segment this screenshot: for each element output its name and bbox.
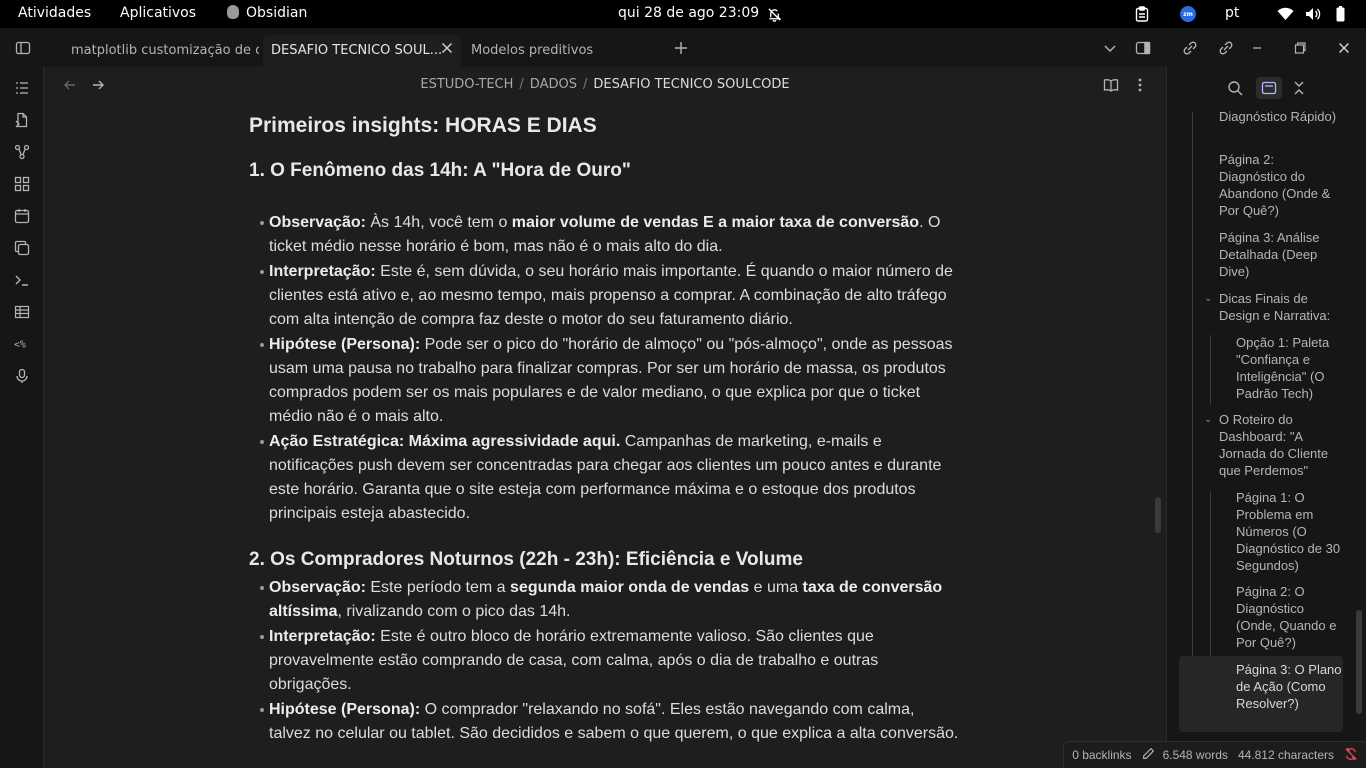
reading-view-icon[interactable]	[1100, 74, 1122, 96]
language-indicator[interactable]: pt	[1225, 5, 1239, 21]
text: e uma	[749, 579, 803, 596]
microphone-icon[interactable]	[11, 365, 33, 387]
bold-text: segunda maior onda de vendas	[510, 579, 750, 596]
breadcrumb: ESTUDO-TECH / DADOS / DESAFIO TECNICO SOULCO…	[420, 77, 790, 92]
daily-note-icon[interactable]	[11, 205, 33, 227]
active-app-menu[interactable]: Obsidian	[227, 5, 307, 21]
list-item: Ação Estratégica: Máxima agressividade a…	[260, 430, 959, 526]
text: Este período tem a	[365, 579, 511, 596]
toggle-right-sidebar-icon[interactable]	[1132, 37, 1154, 59]
outline-item[interactable]: O Roteiro do Dashboard: "A Jornada do Cl…	[1219, 411, 1339, 479]
list-item: Interpretação: Este é, sem dúvida, o seu…	[260, 260, 959, 332]
tab-label: matplotlib customização de c...	[71, 43, 259, 58]
toggle-left-sidebar-icon[interactable]	[12, 37, 34, 59]
more-options-icon[interactable]	[1129, 74, 1151, 96]
bold-text: maior volume de vendas E a maior taxa de…	[511, 214, 920, 231]
zoom-badge-label: zm	[1180, 6, 1196, 22]
table-icon[interactable]	[11, 301, 33, 323]
status-bar: 0 backlinks 6.548 words 44.812 character…	[1063, 741, 1366, 768]
open-file-icon[interactable]	[11, 109, 33, 131]
bold-label: Hipótese (Persona):	[269, 336, 421, 353]
bell-off-icon[interactable]	[766, 4, 782, 24]
tab-desafio-tecnico[interactable]: DESAFIO TECNICO SOUL...	[263, 35, 461, 67]
bold-label: Interpretação:	[269, 263, 376, 280]
outline-item[interactable]: Página 3: Análise Detalhada (Deep Dive)	[1219, 229, 1339, 280]
bold-label: Observação:	[269, 214, 366, 231]
text: , rivalizando com o pico das 14h.	[337, 603, 571, 620]
graph-icon[interactable]	[11, 141, 33, 163]
canvas-icon[interactable]	[11, 173, 33, 195]
outline-view-icon[interactable]	[1256, 77, 1282, 99]
left-ribbon: <%	[0, 67, 44, 768]
breadcrumb-folder[interactable]: ESTUDO-TECH	[420, 77, 513, 92]
breadcrumb-current-note[interactable]: DESAFIO TECNICO SOULCODE	[593, 77, 789, 92]
outline-item[interactable]: Página 2: O Diagnóstico (Onde, Quando e …	[1236, 583, 1341, 651]
section1-list: Observação: Às 14h, você tem o maior vol…	[260, 211, 959, 527]
wifi-icon[interactable]	[1276, 4, 1294, 24]
tab-label: Modelos preditivos	[471, 43, 594, 58]
heading-h2: Primeiros insights: HORAS E DIAS	[249, 114, 597, 137]
outline-item[interactable]: Página 2: Diagnóstico do Abandono (Onde …	[1219, 151, 1344, 219]
bold-label: Ação Estratégica: Máxima agressividade a…	[269, 433, 621, 450]
bold-label: Hipótese (Persona):	[269, 701, 421, 718]
clock[interactable]: qui 28 de ago 23:09	[618, 5, 759, 21]
activities-button[interactable]: Atividades	[18, 5, 91, 21]
active-app-name: Obsidian	[246, 5, 308, 21]
svg-text:<%: <%	[14, 340, 26, 351]
heading-h3: 2. Os Compradores Noturnos (22h - 23h): …	[249, 549, 803, 570]
outline-item[interactable]: Dicas Finais de Design e Narrativa:	[1219, 290, 1344, 324]
volume-icon[interactable]	[1305, 4, 1321, 24]
collapse-chevron-icon[interactable]: ⌄	[1204, 414, 1212, 425]
maximize-window-icon[interactable]	[1289, 37, 1311, 59]
link-edit-icon[interactable]	[1179, 37, 1201, 59]
character-count: 44.812 characters	[1237, 748, 1334, 762]
list-item: Hipótese (Persona): O comprador "relaxan…	[260, 698, 959, 746]
collapse-all-icon[interactable]	[1288, 77, 1310, 99]
bold-label: Interpretação:	[269, 628, 376, 645]
obsidian-logo-icon	[227, 5, 239, 19]
tab-list-chevron-down-icon[interactable]	[1099, 37, 1121, 59]
editor-scrollbar[interactable]	[1155, 497, 1161, 533]
backlinks-count[interactable]: 0 backlinks	[1072, 748, 1131, 762]
outline-item-active[interactable]: Página 3: O Plano de Ação (Como Resolver…	[1179, 656, 1343, 732]
right-sidebar-outline: Diagnóstico Rápido) Página 2: Diagnóstic…	[1166, 67, 1366, 768]
section2-list: Observação: Este período tem a segunda m…	[260, 576, 959, 747]
zoom-icon[interactable]: zm	[1180, 4, 1196, 24]
outline-item[interactable]: Página 1: O Problema em Números (O Diagn…	[1236, 489, 1341, 574]
close-window-icon[interactable]	[1333, 37, 1355, 59]
heading-h3: 1. O Fenômeno das 14h: A "Hora de Ouro"	[249, 160, 631, 181]
command-palette-icon[interactable]	[11, 269, 33, 291]
tab-matplotlib[interactable]: matplotlib customização de c...	[63, 35, 259, 67]
tab-modelos-preditivos[interactable]: Modelos preditivos	[463, 35, 663, 67]
outline-scrollbar[interactable]	[1356, 610, 1362, 714]
sync-error-icon[interactable]	[1344, 747, 1358, 764]
breadcrumb-folder[interactable]: DADOS	[530, 77, 577, 92]
text: Às 14h, você tem o	[365, 214, 512, 231]
regex-icon[interactable]: <%	[11, 333, 33, 355]
sync-link-icon[interactable]	[1215, 37, 1237, 59]
list-item: Observação: Este período tem a segunda m…	[260, 576, 959, 624]
word-count: 6.548 words	[1162, 748, 1228, 762]
system-top-bar: Atividades Aplicativos Obsidian qui 28 d…	[0, 0, 1366, 28]
tab-label: DESAFIO TECNICO SOUL...	[271, 43, 443, 58]
new-tab-icon[interactable]	[670, 37, 692, 59]
outline-item[interactable]: Diagnóstico Rápido)	[1219, 108, 1344, 125]
battery-icon[interactable]	[1334, 4, 1346, 24]
list-item: Observação: Às 14h, você tem o maior vol…	[260, 211, 959, 259]
clipboard-icon[interactable]	[1134, 4, 1150, 24]
list-item: Interpretação: Este é outro bloco de hor…	[260, 625, 959, 697]
close-tab-icon[interactable]	[436, 37, 458, 59]
outline-item[interactable]: Opção 1: Paleta "Confiança e Inteligênci…	[1236, 334, 1346, 402]
list-item: Hipótese (Persona): Pode ser o pico do "…	[260, 333, 959, 429]
file-explorer-icon[interactable]	[11, 77, 33, 99]
edit-mode-pencil-icon[interactable]	[1142, 747, 1155, 763]
minimize-window-icon[interactable]	[1246, 37, 1268, 59]
collapse-chevron-icon[interactable]: ⌄	[1204, 293, 1212, 304]
applications-menu[interactable]: Aplicativos	[120, 5, 196, 21]
bold-label: Observação:	[269, 579, 366, 596]
search-icon[interactable]	[1224, 77, 1246, 99]
templates-icon[interactable]	[11, 237, 33, 259]
